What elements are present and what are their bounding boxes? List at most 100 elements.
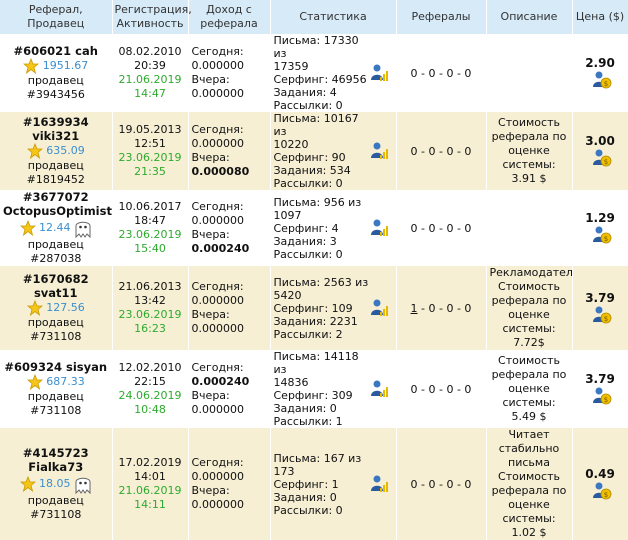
stat-letters-total: 17359 <box>273 60 309 73</box>
reg-date: 12.02.2010 <box>118 361 182 374</box>
yesterday-value: 0.000080 <box>191 165 250 178</box>
referral-id[interactable]: #4145723 Fialka73 <box>3 446 109 474</box>
description-line: реферала по <box>491 130 567 143</box>
star-icon <box>19 220 36 236</box>
table-row: #3677072 OctopusOptimist 12.44 продавец #2… <box>0 190 628 266</box>
price-value: 2.90 <box>585 56 615 70</box>
svg-text:$: $ <box>604 491 608 499</box>
star-icon <box>26 374 43 390</box>
referral-cell: #4145723 Fialka73 18.05 продавец #731108 <box>0 428 113 540</box>
referrals-cell: 0 - 0 - 0 - 0 <box>396 112 487 190</box>
header-referrals[interactable]: Рефералы <box>396 0 487 34</box>
header-income[interactable]: Доход с реферала <box>188 0 271 34</box>
yesterday-value: 0.000000 <box>191 322 245 335</box>
activity-time: 14:47 <box>134 87 166 100</box>
seller-label[interactable]: продавец #1819452 <box>3 159 109 187</box>
price-cell: 3.79 $ <box>572 266 628 350</box>
seller-label[interactable]: продавец #731108 <box>3 316 109 344</box>
referral-rating: 18.05 <box>39 477 71 490</box>
today-value: 0.000000 <box>191 137 245 150</box>
header-registration[interactable]: Регистрация, Активность <box>112 0 192 34</box>
buy-referral-icon[interactable]: $ <box>592 305 612 325</box>
seller-id[interactable]: #287038 <box>3 252 109 266</box>
referrals-cell: 0 - 0 - 0 - 0 <box>396 34 487 112</box>
user-stats-icon[interactable] <box>370 298 390 318</box>
buy-referral-icon[interactable]: $ <box>592 148 612 168</box>
referral-cell: #1670682 svat11 127.56 продавец #731108 <box>0 266 113 350</box>
referral-id[interactable]: #606021 cah <box>3 44 109 58</box>
description-line: письма <box>508 456 550 469</box>
description-line: Рекламодатель <box>489 266 580 279</box>
statistics-cell: Письма: 956 из 1097 Серфинг: 4 Задания: … <box>270 190 397 266</box>
table-header: Реферал, Продавец Регистрация, Активност… <box>0 0 628 34</box>
referral-id[interactable]: #3677072 OctopusOptimist <box>3 190 112 218</box>
stat-surfing: Серфинг: 109 <box>273 301 353 315</box>
seller-label[interactable]: продавец #287038 <box>3 238 109 266</box>
stat-letters: Письма: 17330 из <box>273 34 359 60</box>
svg-text:$: $ <box>604 396 608 404</box>
user-stats-icon[interactable] <box>370 474 390 494</box>
reg-time: 13:42 <box>134 294 166 307</box>
user-stats-icon[interactable] <box>370 379 390 399</box>
stat-tasks: Задания: 2231 <box>273 314 358 328</box>
statistics-cell: Письма: 10167 из 10220 Серфинг: 90 Задан… <box>270 112 397 190</box>
buy-referral-icon[interactable]: $ <box>592 70 612 90</box>
stat-mailings: Рассылки: 0 <box>273 503 343 517</box>
price-value: 1.29 <box>585 211 615 225</box>
price-value: 3.79 <box>585 372 615 386</box>
referral-rating: 12.44 <box>39 221 71 234</box>
seller-label[interactable]: продавец #3943456 <box>3 74 109 102</box>
user-stats-icon[interactable] <box>370 141 390 161</box>
referral-id[interactable]: #609324 sisyan <box>3 360 109 374</box>
referral-cell: #606021 cah 1951.67 продавец #3943456 <box>0 34 113 112</box>
user-stats-icon[interactable] <box>370 218 390 238</box>
description-line: системы: 1.02 $ <box>502 512 556 539</box>
price-value: 0.49 <box>585 467 615 481</box>
buy-referral-icon[interactable]: $ <box>592 386 612 406</box>
referrals-counts: 0 - 0 - 0 - 0 <box>410 66 472 80</box>
seller-label[interactable]: продавец #731108 <box>3 494 109 522</box>
stat-letters: Письма: 10167 из <box>273 112 359 138</box>
referral-id[interactable]: #1670682 svat11 <box>3 272 109 300</box>
stat-tasks: Задания: 3 <box>273 234 337 248</box>
stat-mailings: Рассылки: 2 <box>273 327 343 341</box>
stat-surfing: Серфинг: 90 <box>273 151 346 164</box>
header-referral[interactable]: Реферал, Продавец <box>0 0 113 34</box>
activity-time: 14:11 <box>134 498 166 511</box>
stat-letters: Письма: 956 из 1097 <box>273 195 362 222</box>
statistics-cell: Письма: 14118 из 14836 Серфинг: 309 Зада… <box>270 350 397 428</box>
yesterday-value: 0.000000 <box>191 498 245 511</box>
table-row: #609324 sisyan 687.33 продавец #731108 1… <box>0 350 628 428</box>
header-price[interactable]: Цена ($) <box>572 0 628 34</box>
description-cell: Читает стабильно письма Стоимость реферала п… <box>486 428 573 540</box>
referral-login[interactable]: OctopusOptimist <box>3 204 112 218</box>
ghost-icon <box>75 221 91 238</box>
referrals-cell: 1 - 0 - 0 - 0 <box>396 266 487 350</box>
header-description[interactable]: Описание <box>486 0 573 34</box>
stat-letters-total: 10220 <box>273 138 309 151</box>
referral-id[interactable]: #1639934 viki321 <box>3 115 109 143</box>
referral-cell: #3677072 OctopusOptimist 12.44 продавец #2… <box>0 190 113 266</box>
buy-referral-icon[interactable]: $ <box>592 225 612 245</box>
header-statistics[interactable]: Статистика <box>270 0 397 34</box>
table-row: #606021 cah 1951.67 продавец #3943456 08… <box>0 34 628 112</box>
referral-rating: 687.33 <box>46 375 85 388</box>
stat-mailings: Рассылки: 0 <box>273 177 343 190</box>
stat-letters: Письма: 167 из 173 <box>273 451 362 478</box>
referral-login[interactable]: Fialka73 <box>3 460 109 474</box>
description-line: системы: 5.49 $ <box>502 396 556 423</box>
stat-tasks: Задания: 0 <box>273 402 337 415</box>
today-label: Сегодня: <box>191 280 244 293</box>
seller-label[interactable]: продавец #731108 <box>3 390 109 418</box>
referral-market-table: Реферал, Продавец Регистрация, Активност… <box>0 0 628 540</box>
today-label: Сегодня: <box>191 123 244 136</box>
user-stats-icon[interactable] <box>370 63 390 83</box>
reg-date: 10.06.2017 <box>118 200 182 213</box>
price-cell: 3.00 $ <box>572 112 628 190</box>
price-cell: 3.79 $ <box>572 350 628 428</box>
description-line: оценке <box>508 144 550 157</box>
buy-referral-icon[interactable]: $ <box>592 481 612 501</box>
referrals-link[interactable]: 1 <box>411 302 418 315</box>
stat-mailings: Рассылки: 0 <box>273 247 343 261</box>
registration-cell: 10.06.2017 18:47 23.06.2019 15:40 <box>112 190 189 266</box>
